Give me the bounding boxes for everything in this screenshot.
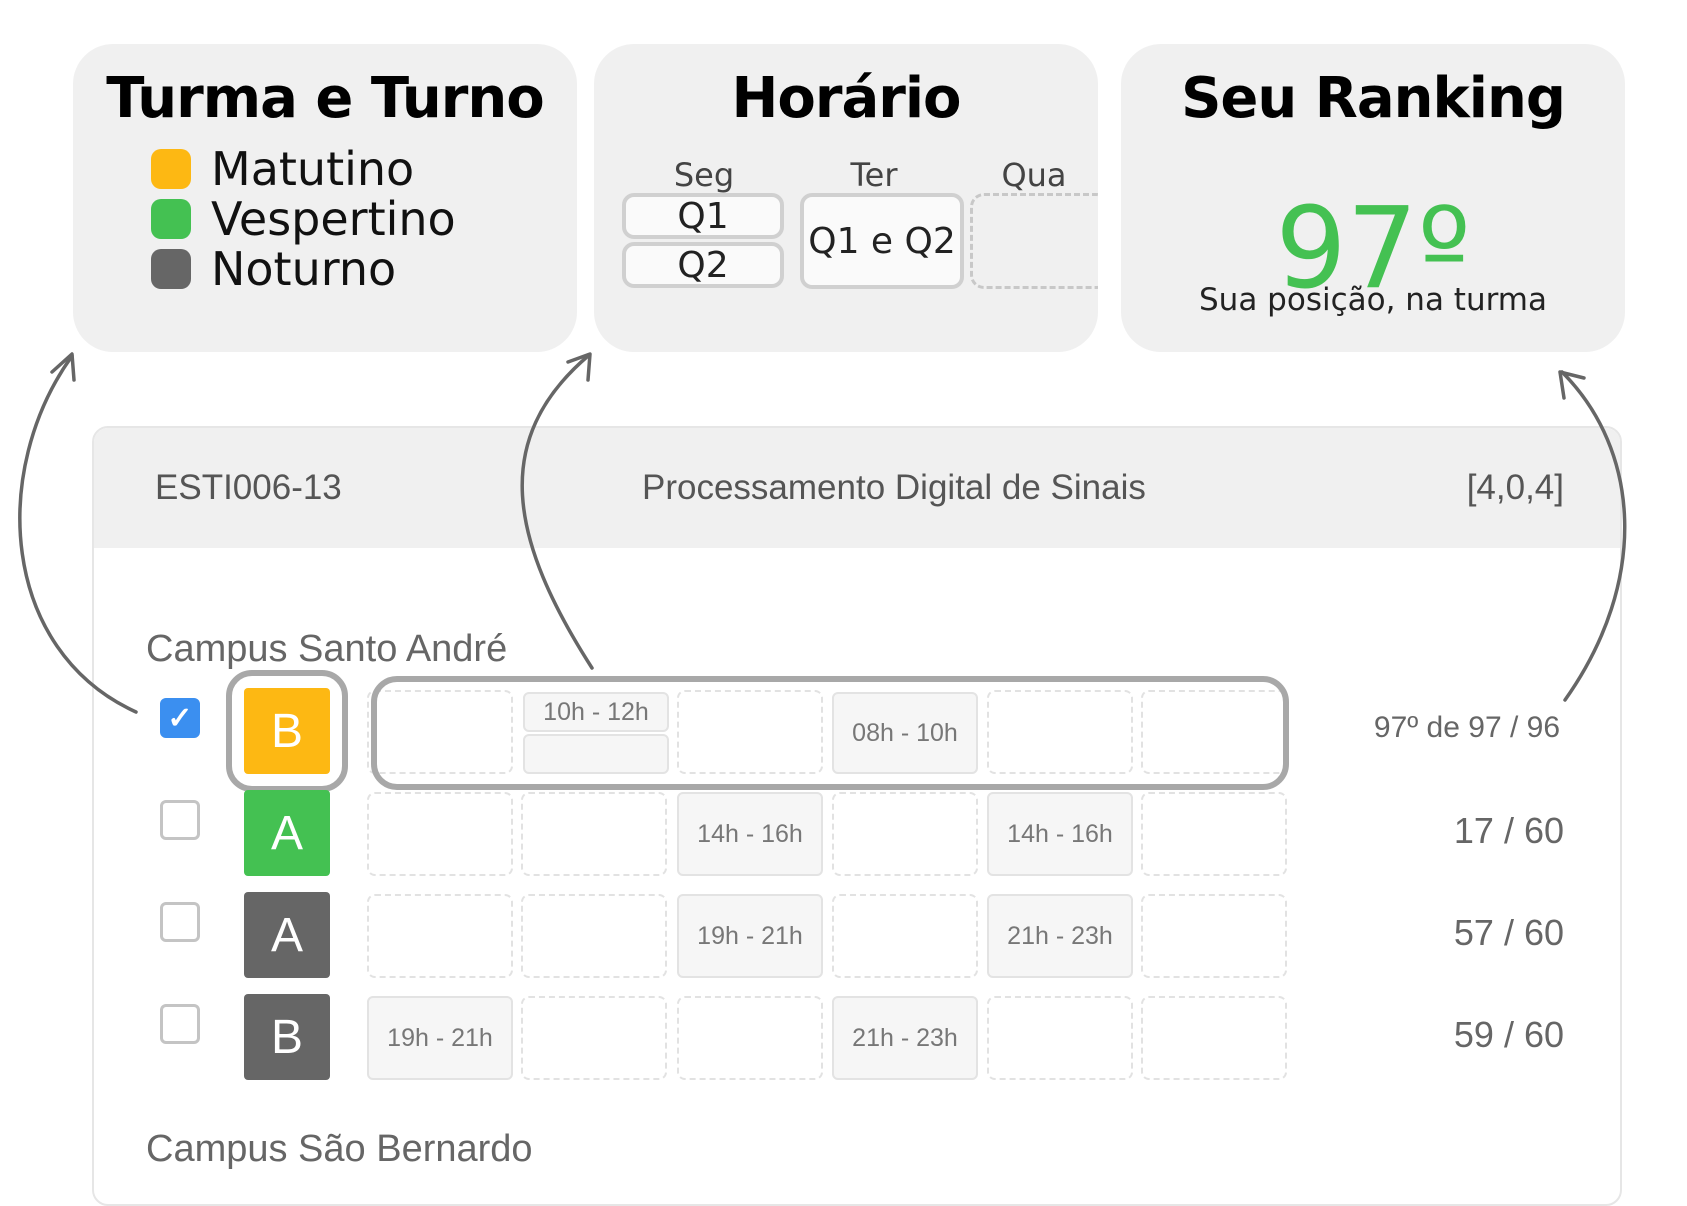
course-header: ESTI006-13 Processamento Digital de Sina… [94,428,1620,548]
time-slot: 21h - 23h [832,996,978,1080]
course-panel: ESTI006-13 Processamento Digital de Sina… [92,426,1622,1206]
ranking-card: Seu Ranking 97º Sua posição, na turma [1121,44,1625,352]
legend-item-matutino: Matutino [151,142,456,196]
slot-seg-q1: Q1 [622,193,784,239]
time-slot: 14h - 16h [677,792,823,876]
schedule-cell [521,894,667,978]
schedule-cell [367,792,513,876]
course-credits: [4,0,4] [1466,468,1564,507]
schedule-cell [677,996,823,1080]
schedule-cell [1141,996,1287,1080]
time-slot: 19h - 21h [677,894,823,978]
vespertino-swatch [151,199,191,239]
schedule-cell [1141,894,1287,978]
slot-seg-q2: Q2 [622,242,784,288]
campus-title: Campus Santo André [146,628,508,670]
legend-label: Noturno [211,242,397,296]
time-slot: 19h - 21h [367,996,513,1080]
arrowhead-icon [566,352,592,382]
class-badge: B [244,994,330,1080]
day-label-ter: Ter [850,156,898,194]
schedule-cell [521,996,667,1080]
class-checkbox[interactable]: ✓ [160,698,200,738]
ranking-title: Seu Ranking [1181,66,1566,131]
horario-card: Horário Seg Ter Qua Q1 Q2 Q1 e Q2 [594,44,1098,352]
arrowhead-icon [1558,370,1586,400]
arrowhead-icon [50,352,76,382]
class-checkbox[interactable] [160,800,200,840]
schedule-cell [832,894,978,978]
schedule-cell [367,894,513,978]
matutino-swatch [151,149,191,189]
time-slot: 14h - 16h [987,792,1133,876]
class-checkbox[interactable] [160,902,200,942]
day-label-qua: Qua [1001,156,1067,194]
shift-legend: Matutino Vespertino Noturno [151,142,456,296]
vacancy-count: 97º de 97 / 96 [1373,711,1560,744]
class-checkbox[interactable] [160,1004,200,1044]
vacancy-count: 59 / 60 [1453,1014,1564,1055]
time-slot: 21h - 23h [987,894,1133,978]
class-badge: A [244,790,330,876]
check-icon: ✓ [167,701,193,735]
turma-turno-card: Turma e Turno Matutino Vespertino Noturn… [73,44,577,352]
turma-turno-title: Turma e Turno [106,66,545,131]
schedule-cell [987,996,1133,1080]
badge-highlight [226,670,348,792]
legend-item-noturno: Noturno [151,242,456,296]
legend-label: Matutino [211,142,415,196]
schedule-cell [521,792,667,876]
legend-label: Vespertino [211,192,456,246]
ranking-caption: Sua posição, na turma [1199,282,1547,318]
schedule-highlight [371,676,1289,790]
schedule-cell [832,792,978,876]
vacancy-count: 57 / 60 [1453,912,1564,953]
slot-ter-q1-q2: Q1 e Q2 [800,193,964,289]
horario-title: Horário [731,66,961,131]
noturno-swatch [151,249,191,289]
day-label-seg: Seg [673,156,735,194]
course-code: ESTI006-13 [155,468,342,507]
campus-title: Campus São Bernardo [146,1128,533,1170]
slot-qua-empty [970,193,1098,289]
course-name: Processamento Digital de Sinais [642,468,1146,507]
vacancy-count: 17 / 60 [1453,810,1564,851]
legend-item-vespertino: Vespertino [151,192,456,246]
class-badge: A [244,892,330,978]
schedule-cell [1141,792,1287,876]
